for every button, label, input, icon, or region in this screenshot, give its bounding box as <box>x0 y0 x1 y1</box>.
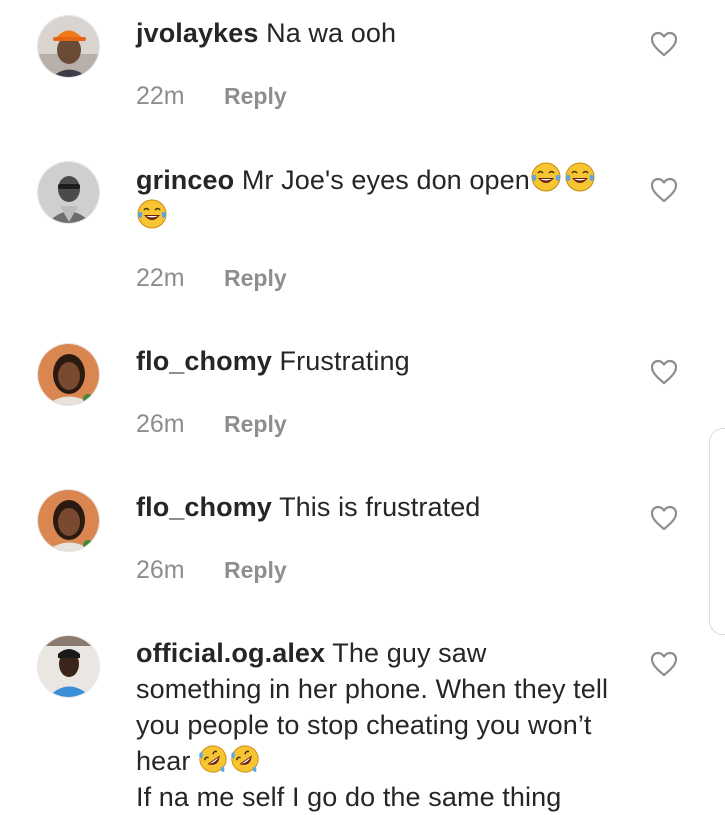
comment-username[interactable]: official.og.alex <box>136 638 325 668</box>
face-with-tears-of-joy-icon <box>565 162 595 192</box>
comment-text: jvolaykes Na wa ooh <box>136 15 631 51</box>
comment-username[interactable]: flo_chomy <box>136 492 272 522</box>
comment-meta: 26m Reply <box>136 410 287 439</box>
comment-text: flo_chomy Frustrating <box>136 343 631 379</box>
avatar[interactable] <box>37 15 100 78</box>
comment-body: Mr Joe's eyes don open <box>241 165 530 195</box>
heart-icon[interactable] <box>650 359 678 385</box>
comment-timestamp: 26m <box>136 556 185 584</box>
heart-icon[interactable] <box>650 505 678 531</box>
comment-body-line-5: If na me self I go do the same thing <box>136 782 562 812</box>
avatar-woman-portrait-icon <box>38 490 99 551</box>
comment-username[interactable]: jvolaykes <box>136 18 259 48</box>
comment-body-line-3: you people to stop cheating you won’t <box>136 710 592 740</box>
reply-button[interactable]: Reply <box>224 83 287 110</box>
comment-username[interactable]: flo_chomy <box>136 346 272 376</box>
comment-meta: 26m Reply <box>136 556 287 585</box>
comment-timestamp: 26m <box>136 410 185 438</box>
reply-button[interactable]: Reply <box>224 411 287 438</box>
face-with-tears-of-joy-icon <box>137 199 167 229</box>
comment-body-line-2: something in her phone. When they tell <box>136 674 609 704</box>
avatar[interactable] <box>37 343 100 406</box>
rolling-on-the-floor-laughing-icon <box>231 745 259 773</box>
comment-timestamp: 22m <box>136 82 185 110</box>
reply-button[interactable]: Reply <box>224 557 287 584</box>
comment-meta: 22m Reply <box>136 264 287 293</box>
avatar-orange-cap-icon <box>38 16 99 77</box>
avatar[interactable] <box>37 635 100 698</box>
avatar[interactable] <box>37 489 100 552</box>
comment-text: flo_chomy This is frustrated <box>136 489 631 525</box>
edge-panel-handle[interactable] <box>709 428 725 635</box>
comment-body: Na wa ooh <box>266 18 397 48</box>
face-with-tears-of-joy-icon <box>531 162 561 192</box>
avatar-man-blue-shirt-icon <box>38 636 99 697</box>
comment-text: official.og.alex The guy saw something i… <box>136 635 631 815</box>
avatar-man-grayscale-icon <box>38 162 99 223</box>
comment-body-line-1: The guy saw <box>332 638 487 668</box>
avatar[interactable] <box>37 161 100 224</box>
heart-icon[interactable] <box>650 31 678 57</box>
comment-timestamp: 22m <box>136 264 185 292</box>
reply-button[interactable]: Reply <box>224 265 287 292</box>
heart-icon[interactable] <box>650 177 678 203</box>
avatar-woman-portrait-icon <box>38 344 99 405</box>
heart-icon[interactable] <box>650 651 678 677</box>
comment-body-line-4: hear <box>136 746 191 776</box>
comment-body: Frustrating <box>279 346 410 376</box>
rolling-on-the-floor-laughing-icon <box>199 745 227 773</box>
comment-meta: 22m Reply <box>136 82 287 111</box>
comment-text: grinceo Mr Joe's eyes don open <box>136 161 631 235</box>
comment-body: This is frustrated <box>279 492 481 522</box>
comment-username[interactable]: grinceo <box>136 165 234 195</box>
